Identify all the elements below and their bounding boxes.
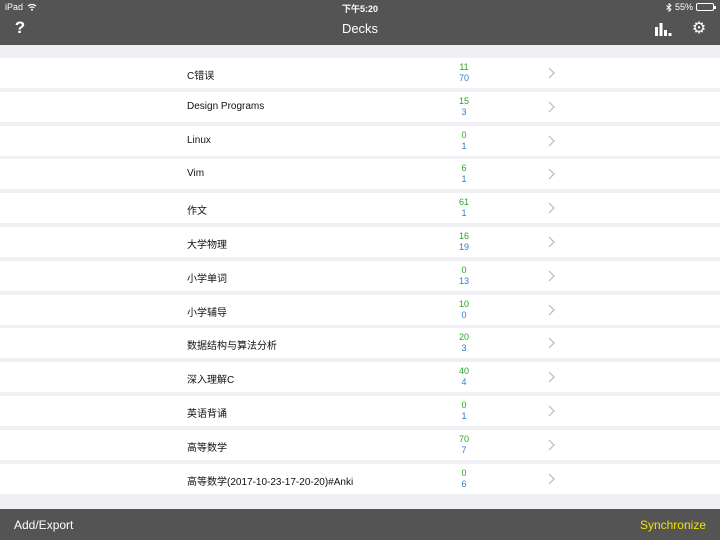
chevron-right-icon[interactable]	[548, 135, 555, 147]
bluetooth-icon	[666, 2, 672, 12]
deck-counts: 16 19	[430, 231, 498, 253]
deck-row[interactable]: Vim 6 1	[0, 159, 720, 190]
new-count: 1	[461, 208, 467, 219]
settings-gear-icon[interactable]: ⚙	[691, 20, 707, 38]
battery-percent: 55%	[674, 2, 693, 12]
status-right: 55%	[666, 2, 716, 12]
due-count: 40	[458, 366, 469, 377]
new-count: 1	[461, 174, 467, 185]
deck-name: 高等数学	[187, 442, 227, 454]
chevron-right-icon[interactable]	[548, 304, 555, 316]
deck-counts: 10 0	[430, 299, 498, 321]
new-count: 1	[461, 140, 467, 151]
deck-name: 大学物理	[187, 239, 227, 251]
new-count: 13	[458, 275, 469, 286]
due-count: 11	[459, 62, 469, 72]
deck-name: 数据结构与算法分析	[187, 341, 277, 353]
deck-row[interactable]: Design Programs 15 3	[0, 91, 720, 122]
deck-row[interactable]: 小学辅导 10 0	[0, 294, 720, 325]
chevron-right-icon[interactable]	[548, 67, 555, 79]
deck-name: 作文	[187, 206, 207, 218]
deck-counts: 61	[430, 163, 498, 185]
deck-counts: 11 70	[430, 62, 498, 84]
due-count: 0	[461, 264, 467, 275]
deck-name: 小学单词	[187, 273, 227, 285]
battery-icon	[696, 3, 716, 11]
deck-row[interactable]: 深入理解C 40 4	[0, 362, 720, 393]
deck-name: 英语背诵	[187, 408, 227, 420]
new-count: 3	[461, 343, 467, 354]
deck-counts: 70 7	[430, 434, 498, 456]
due-count: 10	[458, 298, 469, 309]
new-count: 0	[461, 309, 467, 320]
nav-bar: ? Decks ⚙	[0, 14, 720, 45]
chevron-right-icon[interactable]	[548, 337, 555, 349]
chevron-right-icon[interactable]	[548, 236, 555, 248]
deck-counts: 61 1	[430, 197, 498, 219]
deck-row[interactable]: Linux 0 1	[0, 125, 720, 156]
deck-counts: 01	[430, 130, 498, 152]
deck-row[interactable]: 高等数学 70 7	[0, 429, 720, 460]
deck-name: Design Programs	[187, 100, 265, 112]
due-count: 70	[458, 433, 469, 444]
due-count: 6	[461, 163, 467, 174]
deck-row[interactable]: 作文 61 1	[0, 193, 720, 224]
deck-counts: 0 13	[430, 265, 498, 287]
status-bar: iPad 下午5:20 55%	[0, 0, 720, 14]
deck-name: 高等数学(2017-10-23-17-20-20)#Anki	[187, 476, 354, 488]
due-count: 61	[458, 197, 469, 208]
deck-counts: 01	[430, 400, 498, 422]
deck-row[interactable]: 英语背诵 0 1	[0, 395, 720, 426]
deck-counts: 40 4	[430, 366, 498, 388]
due-count: 0	[461, 399, 467, 410]
new-count: 7	[461, 444, 467, 455]
deck-name: C错误	[187, 71, 215, 82]
deck-row[interactable]: 小学单词 0 13	[0, 260, 720, 291]
chevron-right-icon[interactable]	[548, 101, 555, 113]
due-count: 0	[461, 129, 467, 140]
statistics-icon[interactable]	[654, 21, 672, 37]
new-count: 70	[458, 73, 469, 83]
page-title: Decks	[341, 21, 379, 36]
deck-counts: 06	[430, 468, 498, 490]
deck-name: Vim	[187, 168, 205, 180]
deck-row[interactable]: 大学物理 16 19	[0, 226, 720, 257]
deck-row[interactable]: 数据结构与算法分析 20 3	[0, 328, 720, 359]
new-count: 3	[461, 106, 467, 117]
chevron-right-icon[interactable]	[548, 202, 555, 214]
chevron-right-icon[interactable]	[548, 473, 555, 485]
deck-name: Linux	[187, 134, 211, 146]
deck-row[interactable]: C错误 11 70	[0, 58, 720, 88]
chevron-right-icon[interactable]	[548, 405, 555, 417]
deck-name: 小学辅导	[187, 307, 227, 319]
due-count: 20	[458, 332, 469, 343]
synchronize-button[interactable]: Synchronize	[640, 518, 706, 532]
new-count: 19	[458, 241, 469, 252]
chevron-right-icon[interactable]	[548, 371, 555, 383]
bottom-toolbar: Add/Export Synchronize	[0, 509, 720, 540]
deck-name: 深入理解C	[187, 375, 235, 387]
add-export-button[interactable]: Add/Export	[14, 518, 73, 532]
due-count: 15	[458, 95, 469, 106]
deck-counts: 20 3	[430, 332, 498, 354]
new-count: 1	[461, 410, 467, 421]
due-count: 16	[458, 230, 469, 241]
deck-row[interactable]: 高等数学(2017-10-23-17-20-20)#Anki 0 6	[0, 463, 720, 494]
new-count: 6	[461, 478, 467, 489]
due-count: 0	[461, 467, 467, 478]
chevron-right-icon[interactable]	[548, 270, 555, 282]
chevron-right-icon[interactable]	[548, 168, 555, 180]
new-count: 4	[461, 377, 467, 388]
chevron-right-icon[interactable]	[548, 439, 555, 451]
deck-list: C错误 11 70 Design Programs 15 3 Linux 0 1 Vim 6 1 作文 6…	[0, 58, 720, 497]
deck-counts: 15 3	[430, 96, 498, 118]
